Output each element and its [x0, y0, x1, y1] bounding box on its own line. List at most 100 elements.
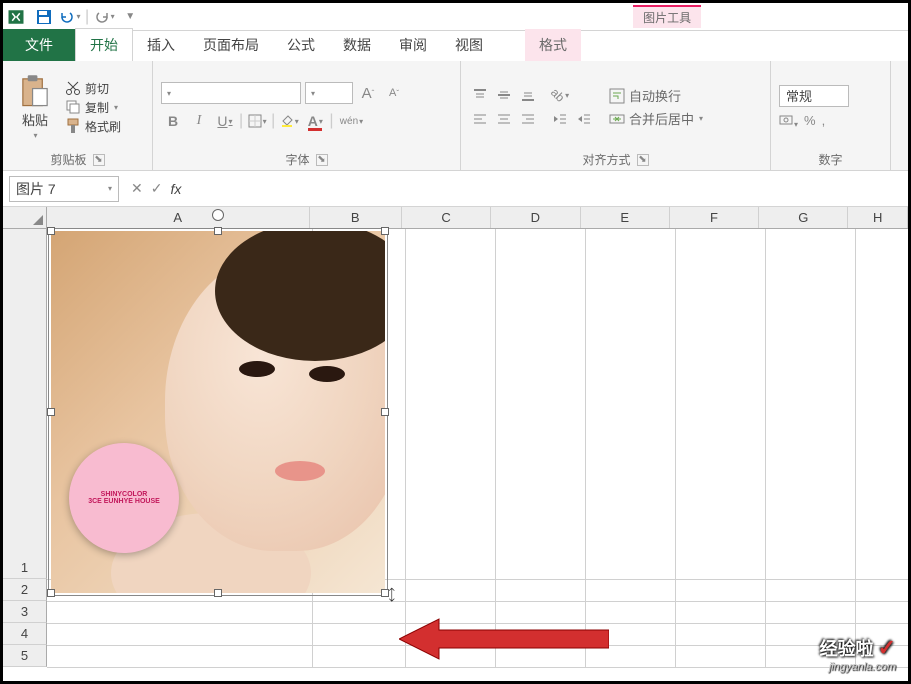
row-header-5[interactable]: 5: [3, 645, 47, 667]
col-header-A[interactable]: A: [47, 207, 310, 228]
tab-formulas[interactable]: 公式: [273, 29, 329, 61]
currency-icon: [779, 113, 793, 127]
font-name-combo[interactable]: ▾: [161, 82, 301, 104]
font-launcher[interactable]: ⬊: [316, 154, 328, 166]
resize-handle-ml[interactable]: [47, 408, 55, 416]
align-right-button[interactable]: [517, 109, 539, 129]
scissors-icon: [65, 80, 81, 96]
resize-handle-bm[interactable]: [214, 589, 222, 597]
align-top-button[interactable]: [469, 85, 491, 105]
group-font: ▾ ▾ Aˆ Aˇ B I U▾ | ▾ | ▾ A▾ | wén▾ 字体⬊: [153, 61, 461, 170]
col-header-G[interactable]: G: [759, 207, 848, 228]
format-painter-button[interactable]: 格式刷: [65, 118, 121, 135]
group-clipboard: 粘贴 ▾ 剪切 复制▾ 格式刷 剪贴板 ⬊: [3, 61, 153, 170]
title-bar: ▾ | ▾ ▼ 图片工具: [3, 3, 908, 31]
select-all-corner[interactable]: [3, 207, 47, 228]
align-middle-button[interactable]: [493, 85, 515, 105]
row-header-4[interactable]: 4: [3, 623, 47, 645]
tab-insert[interactable]: 插入: [133, 29, 189, 61]
spreadsheet-grid[interactable]: A B C D E F G H 1 2 3 4 5: [3, 207, 908, 667]
italic-button[interactable]: I: [187, 110, 211, 132]
decrease-indent-button[interactable]: [549, 109, 571, 129]
col-header-C[interactable]: C: [402, 207, 491, 228]
excel-app-icon: [7, 8, 25, 26]
ribbon-tabs: 文件 开始 插入 页面布局 公式 数据 审阅 视图 格式: [3, 31, 908, 61]
picture-content: SHINYCOLOR 3CE EUNHYE HOUSE: [51, 231, 385, 593]
qat-customize-button[interactable]: ▼: [119, 6, 141, 28]
paste-button[interactable]: 粘贴 ▾: [11, 65, 59, 149]
font-color-button[interactable]: A▾: [303, 110, 327, 132]
copy-icon: [65, 99, 81, 115]
align-left-button[interactable]: [469, 109, 491, 129]
tab-format[interactable]: 格式: [525, 29, 581, 61]
col-header-F[interactable]: F: [670, 207, 759, 228]
grow-font-button[interactable]: Aˆ: [357, 82, 379, 104]
number-format-combo[interactable]: 常规: [779, 85, 849, 107]
clipboard-group-label: 剪贴板: [50, 151, 86, 168]
underline-button[interactable]: U▾: [213, 110, 237, 132]
bucket-icon: [280, 114, 294, 128]
ribbon: 粘贴 ▾ 剪切 复制▾ 格式刷 剪贴板 ⬊ ▾ ▾ Aˆ Aˇ B I U▾: [3, 61, 908, 171]
alignment-group-label: 对齐方式: [582, 151, 630, 168]
font-group-label: 字体: [285, 151, 309, 168]
font-size-combo[interactable]: ▾: [305, 82, 353, 104]
rotate-handle[interactable]: [212, 209, 224, 221]
phonetic-button[interactable]: wén▾: [335, 110, 367, 132]
resize-handle-tr[interactable]: [381, 227, 389, 235]
copy-button[interactable]: 复制▾: [65, 99, 121, 116]
col-header-E[interactable]: E: [581, 207, 670, 228]
tab-home[interactable]: 开始: [75, 28, 133, 61]
tab-file[interactable]: 文件: [3, 29, 75, 61]
resize-handle-tm[interactable]: [214, 227, 222, 235]
context-tab-label: 图片工具: [633, 5, 701, 28]
clipboard-launcher[interactable]: ⬊: [93, 154, 105, 166]
row-header-2[interactable]: 2: [3, 579, 47, 601]
qat-save-button[interactable]: [33, 6, 55, 28]
col-header-H[interactable]: H: [848, 207, 908, 228]
row-header-1[interactable]: 1: [3, 557, 47, 579]
merge-center-button[interactable]: 合并后居中▾: [609, 109, 703, 128]
shrink-font-button[interactable]: Aˇ: [383, 82, 405, 104]
resize-handle-tl[interactable]: [47, 227, 55, 235]
orientation-button[interactable]: ab▾: [549, 85, 571, 105]
paste-label: 粘贴: [22, 110, 48, 129]
check-icon: ✓: [878, 635, 896, 661]
brush-icon: [65, 118, 81, 134]
name-box[interactable]: 图片 7▾: [9, 176, 119, 202]
enter-formula-button[interactable]: ✓: [151, 180, 163, 197]
product-compact: SHINYCOLOR 3CE EUNHYE HOUSE: [69, 443, 179, 553]
increase-indent-button[interactable]: [573, 109, 595, 129]
group-alignment: ab▾ 自动换行 合并后居中▾ 对齐方式 ⬊: [461, 61, 771, 170]
group-number: 常规 ▾ % , 数字: [771, 61, 891, 170]
tab-review[interactable]: 审阅: [385, 29, 441, 61]
fill-color-button[interactable]: ▾: [277, 110, 301, 132]
merge-icon: [609, 111, 625, 127]
align-center-button[interactable]: [493, 109, 515, 129]
col-header-D[interactable]: D: [491, 207, 580, 228]
qat-separator: |: [85, 8, 89, 26]
row-header-3[interactable]: 3: [3, 601, 47, 623]
qat-undo-button[interactable]: ▾: [59, 6, 81, 28]
comma-button[interactable]: ,: [822, 113, 826, 130]
wrap-text-button[interactable]: 自动换行: [609, 86, 703, 105]
tab-view[interactable]: 视图: [441, 29, 497, 61]
number-group-label: 数字: [818, 151, 842, 168]
alignment-launcher[interactable]: ⬊: [637, 154, 649, 166]
percent-button[interactable]: %: [804, 113, 816, 130]
qat-redo-button[interactable]: ▾: [93, 6, 115, 28]
wrap-icon: [609, 88, 625, 104]
cut-button[interactable]: 剪切: [65, 80, 121, 97]
resize-handle-mr[interactable]: [381, 408, 389, 416]
resize-handle-bl[interactable]: [47, 589, 55, 597]
formula-input[interactable]: [193, 176, 902, 202]
col-header-B[interactable]: B: [310, 207, 402, 228]
insert-function-button[interactable]: fx: [170, 181, 181, 197]
align-bottom-button[interactable]: [517, 85, 539, 105]
bold-button[interactable]: B: [161, 110, 185, 132]
tab-data[interactable]: 数据: [329, 29, 385, 61]
accounting-format-button[interactable]: ▾: [779, 113, 798, 130]
inserted-picture[interactable]: SHINYCOLOR 3CE EUNHYE HOUSE ⤡: [51, 231, 385, 593]
borders-button[interactable]: ▾: [245, 110, 269, 132]
tab-page-layout[interactable]: 页面布局: [189, 29, 273, 61]
cancel-formula-button[interactable]: ✕: [131, 180, 143, 197]
